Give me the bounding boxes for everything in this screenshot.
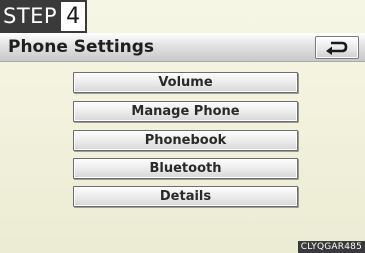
details-button[interactable]: Details <box>73 186 298 207</box>
step-number: 4 <box>61 0 88 33</box>
display-screen: STEP 4 Phone Settings Volume Manage Phon… <box>0 0 365 253</box>
bluetooth-button[interactable]: Bluetooth <box>73 158 298 179</box>
page-title: Phone Settings <box>8 37 155 57</box>
step-label: STEP <box>0 0 62 33</box>
step-badge: STEP 4 <box>0 0 88 33</box>
title-bar: Phone Settings <box>0 33 365 62</box>
volume-button[interactable]: Volume <box>73 72 298 93</box>
manage-phone-button[interactable]: Manage Phone <box>73 101 298 122</box>
phonebook-button[interactable]: Phonebook <box>73 130 298 151</box>
return-arrow-icon <box>325 41 349 55</box>
figure-code: CLYQGAR485 <box>297 241 365 253</box>
back-button[interactable] <box>315 36 359 59</box>
